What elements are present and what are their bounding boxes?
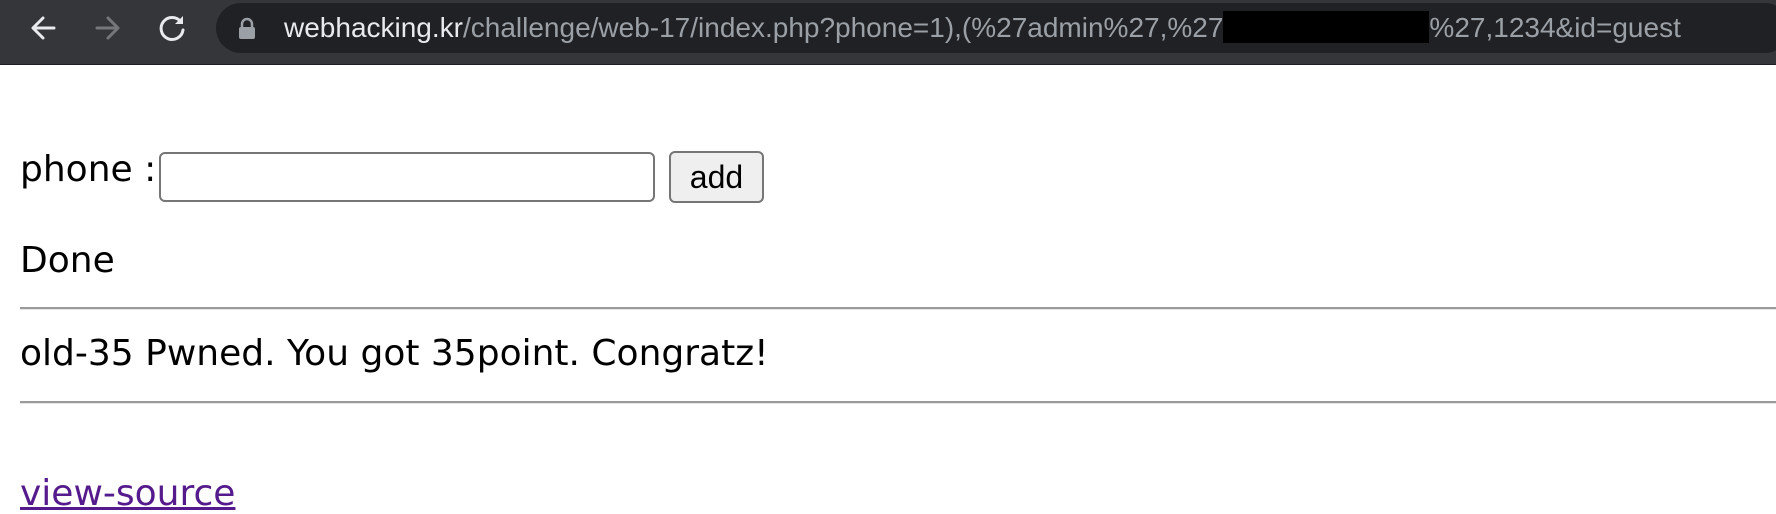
url-path-tail: %27,1234&id=guest [1429,12,1681,43]
view-source-link[interactable]: view-source [20,473,235,514]
address-bar[interactable]: webhacking.kr/challenge/web-17/index.php… [216,3,1776,53]
status-text: Done [20,240,115,281]
back-button[interactable] [21,6,65,50]
divider-top [20,307,1776,310]
browser-toolbar: webhacking.kr/challenge/web-17/index.php… [0,0,1776,65]
phone-input[interactable] [159,152,655,202]
forward-button[interactable] [86,6,130,50]
result-message: old-35 Pwned. You got 35point. Congratz! [20,333,769,374]
redaction-block [1223,11,1430,43]
arrow-left-icon [31,16,56,40]
reload-button[interactable] [150,6,194,50]
lock-icon [239,17,255,39]
arrow-right-icon [95,16,120,40]
add-button[interactable]: add [669,151,764,203]
url-host: webhacking.kr [284,12,463,43]
url-text: webhacking.kr/challenge/web-17/index.php… [284,3,1681,53]
reload-icon [159,15,185,41]
url-path: /challenge/web-17/index.php?phone=1),(%2… [462,12,1224,43]
phone-label: phone : [20,149,157,190]
divider-bottom [20,401,1776,404]
